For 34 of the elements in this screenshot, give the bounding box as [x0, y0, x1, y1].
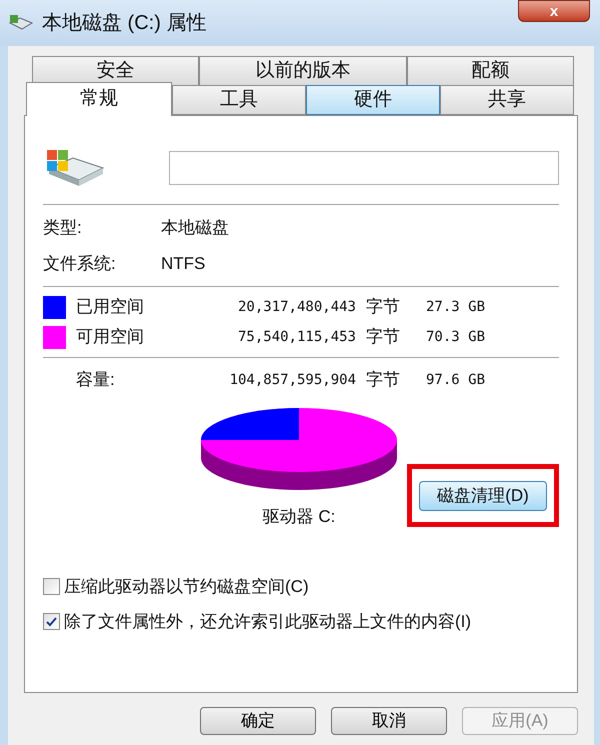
tab[interactable]: 安全: [32, 56, 199, 85]
unit-label: 字节: [366, 296, 401, 318]
checkmark-icon: [46, 616, 57, 627]
tab[interactable]: 工具: [172, 85, 306, 115]
name-field[interactable]: [169, 151, 559, 185]
unit-label: 字节: [366, 326, 401, 348]
size-value: 27.3 GB: [426, 298, 486, 316]
byte-count: 20,317,480,443: [236, 298, 356, 316]
checkbox[interactable]: [43, 613, 60, 630]
option-label: 压缩此驱动器以节约磁盘空间(C): [64, 576, 309, 598]
window-title: 本地磁盘 (C:) 属性: [42, 11, 206, 36]
field-value: NTFS: [161, 252, 206, 274]
tab[interactable]: 以前的版本: [198, 56, 408, 85]
checkbox[interactable]: [43, 578, 60, 595]
capacity-label: 容量:: [75, 369, 116, 392]
space-label: 已用空间: [76, 296, 145, 318]
field-label: 文件系统:: [43, 252, 117, 274]
unit-label: 字节: [366, 369, 401, 392]
tab[interactable]: 硬件: [306, 85, 440, 115]
size-value: 97.6 GB: [426, 370, 486, 390]
dialog-button[interactable]: 取消: [331, 707, 447, 735]
tab[interactable]: 配额: [407, 56, 574, 85]
drive-label: 驱动器 C:: [262, 506, 336, 528]
field-value: 本地磁盘: [161, 217, 229, 239]
field-label: 类型:: [43, 217, 83, 239]
disk-cleanup-button[interactable]: 磁盘清理(D): [419, 480, 547, 510]
option-label: 除了文件属性外，还允许索引此驱动器上文件的内容(I): [64, 611, 472, 633]
byte-count: 75,540,115,453: [236, 328, 356, 346]
dialog-button[interactable]: 确定: [200, 707, 316, 735]
size-value: 70.3 GB: [426, 328, 486, 346]
tab[interactable]: 常规: [26, 82, 172, 116]
tab[interactable]: 共享: [440, 85, 574, 115]
space-label: 可用空间: [76, 326, 145, 348]
byte-count: 104,857,595,904: [228, 370, 356, 390]
